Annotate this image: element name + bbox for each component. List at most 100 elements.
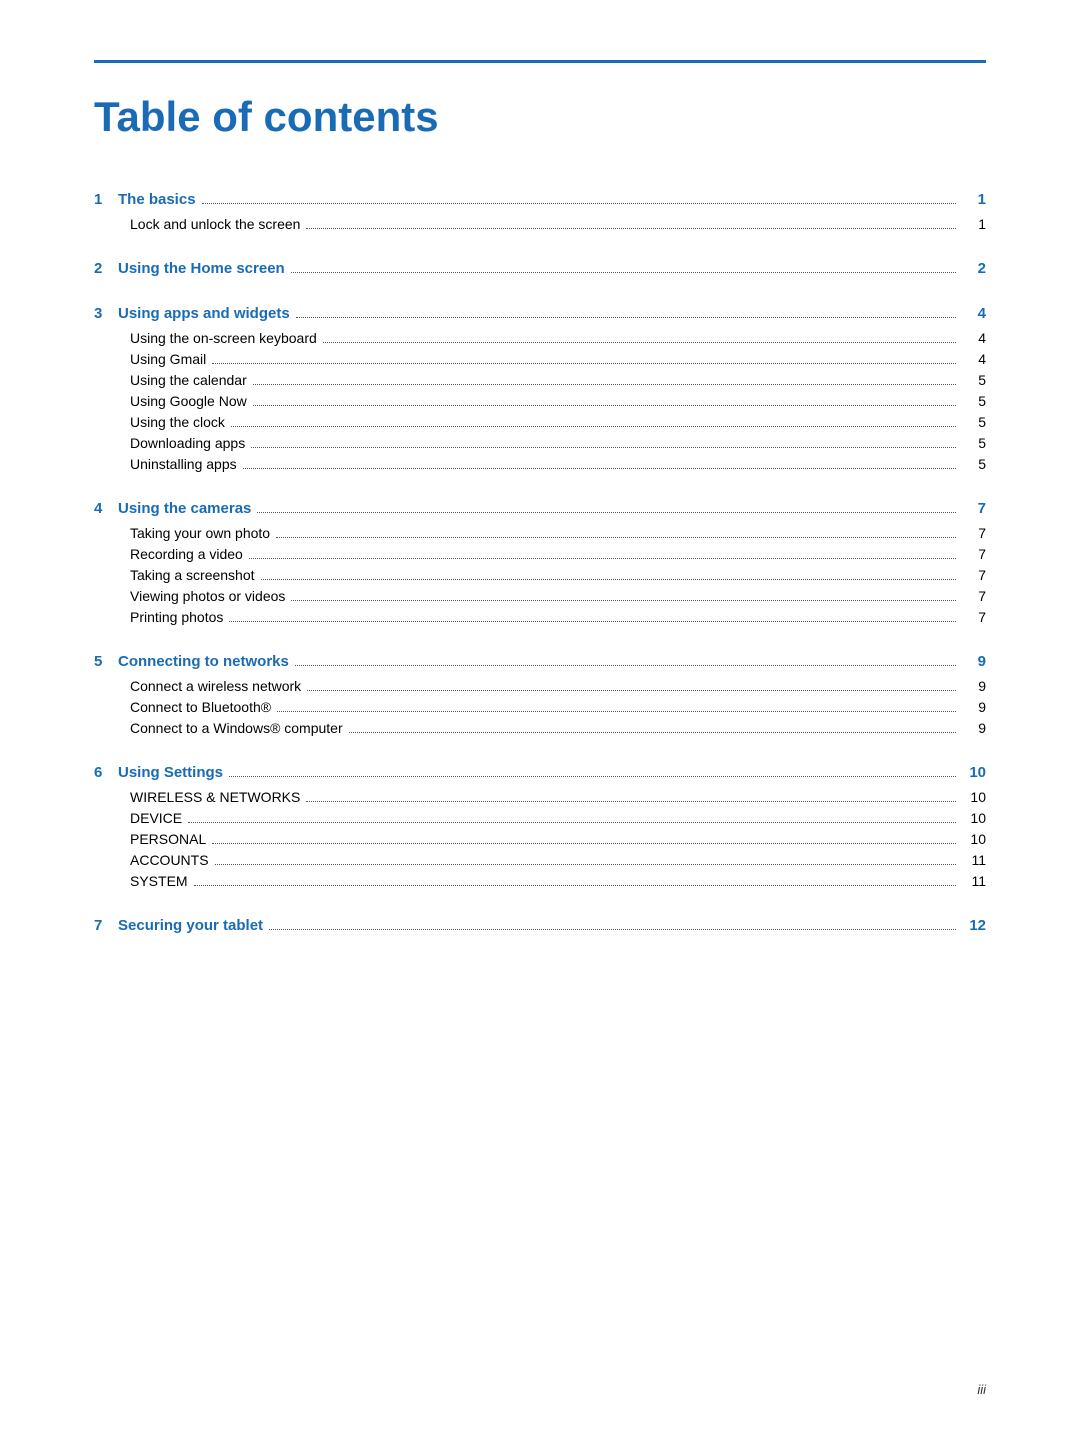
- sub-dots: [307, 690, 956, 691]
- chapter-number: 5: [94, 653, 114, 670]
- sub-dots: [249, 558, 956, 559]
- toc-sub-item: Recording a video7: [130, 546, 986, 562]
- sub-title: Viewing photos or videos: [130, 588, 285, 604]
- page-title: Table of contents: [94, 93, 986, 141]
- sub-title: Downloading apps: [130, 435, 245, 451]
- sub-title: Printing photos: [130, 609, 223, 625]
- toc-sub-item: Using Google Now 5: [130, 393, 986, 409]
- chapter-title: The basics: [118, 191, 196, 208]
- sub-page: 9: [962, 678, 986, 694]
- toc-sub-item: Connect a wireless network 9: [130, 678, 986, 694]
- toc-subsection-list: Lock and unlock the screen 1: [130, 216, 986, 232]
- chapter-dots: [229, 776, 956, 777]
- toc-sub-item: DEVICE10: [130, 810, 986, 826]
- sub-page: 4: [962, 351, 986, 367]
- toc-chapter-row: 1The basics1: [94, 191, 986, 208]
- sub-dots: [251, 447, 956, 448]
- sub-title: Uninstalling apps: [130, 456, 237, 472]
- sub-dots: [212, 363, 956, 364]
- sub-title: WIRELESS & NETWORKS: [130, 789, 300, 805]
- toc-chapter-row: 6Using Settings 10: [94, 764, 986, 781]
- sub-title: Using Google Now: [130, 393, 247, 409]
- toc-chapter-row: 2Using the Home screen2: [94, 260, 986, 277]
- sub-page: 7: [962, 609, 986, 625]
- chapter-title: Using apps and widgets: [118, 305, 290, 322]
- sub-dots: [243, 468, 956, 469]
- sub-dots: [261, 579, 956, 580]
- sub-dots: [291, 600, 956, 601]
- toc-sub-item: Downloading apps5: [130, 435, 986, 451]
- sub-dots: [231, 426, 956, 427]
- toc-chapter-section: 1The basics1Lock and unlock the screen1: [94, 191, 986, 232]
- sub-page: 11: [962, 852, 986, 868]
- toc-chapter-section: 2Using the Home screen2: [94, 260, 986, 277]
- sub-page: 5: [962, 393, 986, 409]
- sub-title: Taking a screenshot: [130, 567, 255, 583]
- chapter-title: Using the Home screen: [118, 260, 285, 277]
- toc-sub-item: Using the clock5: [130, 414, 986, 430]
- toc-sub-item: Using the calendar5: [130, 372, 986, 388]
- sub-dots: [212, 843, 956, 844]
- sub-page: 9: [962, 720, 986, 736]
- sub-title: Using the clock: [130, 414, 225, 430]
- chapter-title: Using Settings: [118, 764, 223, 781]
- chapter-number: 2: [94, 260, 114, 277]
- sub-title: SYSTEM: [130, 873, 188, 889]
- toc-sub-item: Taking your own photo 7: [130, 525, 986, 541]
- toc-chapter-row: 7Securing your tablet12: [94, 917, 986, 934]
- chapter-dots: [257, 512, 956, 513]
- sub-title: Connect a wireless network: [130, 678, 301, 694]
- chapter-number: 7: [94, 917, 114, 934]
- toc-sub-item: Uninstalling apps5: [130, 456, 986, 472]
- toc-subsection-list: Taking your own photo7Recording a video7…: [130, 525, 986, 625]
- chapter-title: Connecting to networks: [118, 653, 289, 670]
- chapter-dots: [295, 665, 956, 666]
- toc-sub-item: Using the on-screen keyboard4: [130, 330, 986, 346]
- sub-title: Using the on-screen keyboard: [130, 330, 317, 346]
- sub-dots: [194, 885, 956, 886]
- sub-page: 7: [962, 525, 986, 541]
- toc-sub-item: Viewing photos or videos 7: [130, 588, 986, 604]
- toc-sub-item: Printing photos 7: [130, 609, 986, 625]
- toc-chapter-section: 3Using apps and widgets 4 Using the on-scr…: [94, 305, 986, 472]
- chapter-dots: [202, 203, 956, 204]
- sub-page: 10: [962, 831, 986, 847]
- sub-title: PERSONAL: [130, 831, 206, 847]
- chapter-page: 9: [962, 653, 986, 670]
- sub-page: 10: [962, 810, 986, 826]
- toc-container: 1The basics1Lock and unlock the screen12…: [94, 191, 986, 934]
- chapter-title: Using the cameras: [118, 500, 251, 517]
- toc-sub-item: Connect to Bluetooth®9: [130, 699, 986, 715]
- sub-page: 1: [962, 216, 986, 232]
- sub-page: 7: [962, 588, 986, 604]
- chapter-number: 6: [94, 764, 114, 781]
- sub-dots: [215, 864, 956, 865]
- chapter-page: 7: [962, 500, 986, 517]
- toc-sub-item: PERSONAL 10: [130, 831, 986, 847]
- toc-sub-item: ACCOUNTS11: [130, 852, 986, 868]
- toc-sub-item: SYSTEM11: [130, 873, 986, 889]
- chapter-page: 1: [962, 191, 986, 208]
- sub-title: Using Gmail: [130, 351, 206, 367]
- sub-title: Using the calendar: [130, 372, 247, 388]
- sub-dots: [253, 405, 956, 406]
- sub-page: 10: [962, 789, 986, 805]
- toc-chapter-section: 5Connecting to networks9Connect a wirele…: [94, 653, 986, 736]
- sub-title: Lock and unlock the screen: [130, 216, 300, 232]
- toc-sub-item: Connect to a Windows® computer9: [130, 720, 986, 736]
- toc-sub-item: WIRELESS & NETWORKS 10: [130, 789, 986, 805]
- sub-title: Recording a video: [130, 546, 243, 562]
- toc-subsection-list: Using the on-screen keyboard4Using Gmail…: [130, 330, 986, 472]
- sub-title: Taking your own photo: [130, 525, 270, 541]
- chapter-title: Securing your tablet: [118, 917, 263, 934]
- toc-chapter-section: 6Using Settings10WIRELESS & NETWORKS10DE…: [94, 764, 986, 889]
- toc-subsection-list: WIRELESS & NETWORKS10DEVICE10PERSONAL10A…: [130, 789, 986, 889]
- chapter-number: 3: [94, 305, 114, 322]
- chapter-page: 10: [962, 764, 986, 781]
- sub-dots: [306, 801, 956, 802]
- sub-title: Connect to Bluetooth®: [130, 699, 271, 715]
- sub-dots: [229, 621, 956, 622]
- sub-dots: [277, 711, 956, 712]
- toc-chapter-section: 4Using the cameras7Taking your own photo…: [94, 500, 986, 625]
- chapter-dots: [291, 272, 956, 273]
